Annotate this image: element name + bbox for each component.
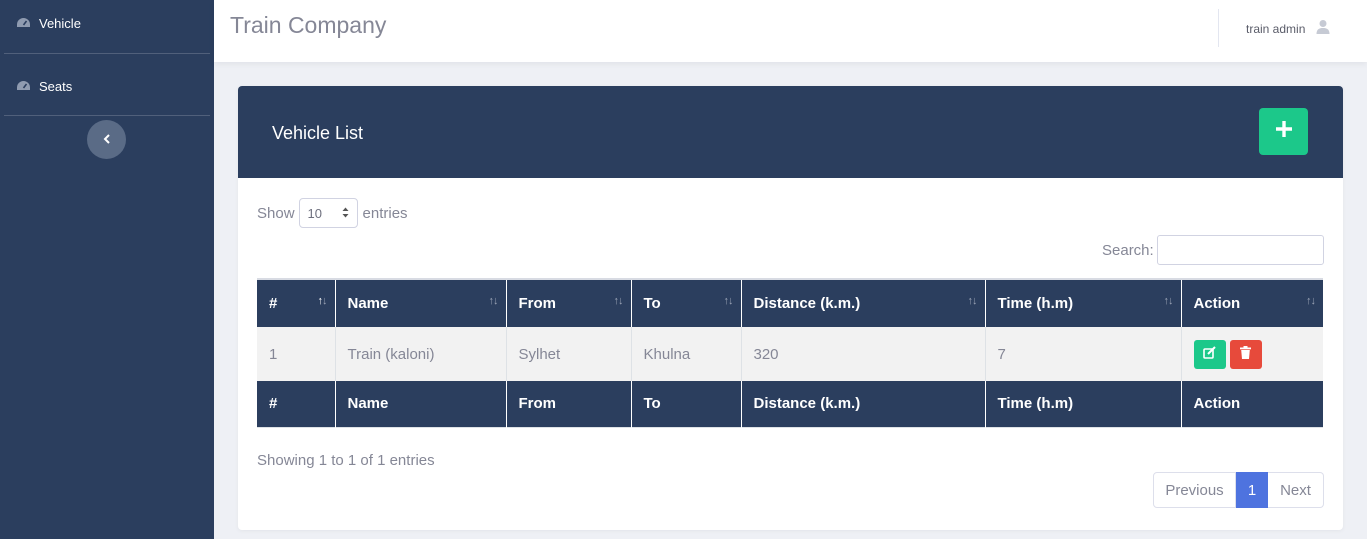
footer-label-to: To [630,381,741,427]
column-header-label: Name [347,295,389,312]
sort-icon: ↑↓ [723,295,734,307]
sidebar-divider [4,53,210,54]
add-vehicle-button[interactable] [1259,108,1308,155]
search-label: Search: [1102,242,1154,259]
column-header-label: Distance (k.m.) [753,295,861,312]
card-title: Vehicle List [272,123,364,143]
pagination: Previous 1 Next [1153,472,1324,508]
table-footer-row: # Name From To Distance (k.m.) Time (h.m… [257,381,1323,427]
footer-label-from: From [505,381,631,427]
column-header-number[interactable]: # ↑↓ [257,279,335,327]
cell-to: Khulna [630,327,741,381]
page-1-button[interactable]: 1 [1236,472,1268,508]
vehicle-list-card: Vehicle List Show 10 entries Search: # ↑↓… [238,86,1343,530]
entries-label: entries [362,204,408,222]
sidebar: Vehicle Seats [0,0,214,539]
cell-number: 1 [257,327,335,381]
footer-label-action: Action [1180,381,1323,427]
length-menu: Show 10 entries [257,198,408,228]
entries-select-value: 10 [307,205,322,221]
column-header-to[interactable]: To ↑↓ [630,279,741,327]
sort-arrows-icon [342,206,349,221]
column-header-label: Action [1193,295,1241,312]
show-label: Show [257,204,295,222]
sidebar-toggle-button[interactable] [87,120,126,159]
footer-label-number: # [257,381,335,427]
plus-icon [1275,120,1293,143]
footer-label-distance: Distance (k.m.) [740,381,985,427]
card-header: Vehicle List [238,86,1343,178]
footer-label-name: Name [334,381,506,427]
table-header-row: # ↑↓ Name ↑↓ From ↑↓ To ↑↓ Distance (k.m.) ↑↓… [257,279,1323,327]
column-header-label: # [269,295,278,312]
sort-icon: ↑↓ [488,295,499,307]
topbar: Train Company train admin [214,0,1367,62]
trash-icon [1240,345,1251,363]
column-header-name[interactable]: Name ↑↓ [334,279,506,327]
delete-button[interactable] [1229,339,1262,369]
column-header-action[interactable]: Action ↑↓ [1180,279,1323,327]
vehicle-table: # ↑↓ Name ↑↓ From ↑↓ To ↑↓ Distance (k.m.) ↑↓… [257,278,1323,428]
sort-icon: ↑↓ [1306,295,1316,307]
column-header-label: To [643,295,661,312]
table-row: 1 Train (kaloni) Sylhet Khulna 320 7 [257,327,1323,381]
sidebar-item-label: Vehicle [39,15,81,31]
dashboard-icon [16,79,31,94]
user-name[interactable]: train admin [1246,22,1305,36]
user-icon[interactable] [1316,19,1330,40]
cell-name: Train (kaloni) [334,327,506,381]
column-header-from[interactable]: From ↑↓ [505,279,631,327]
column-header-time[interactable]: Time (h.m) ↑↓ [984,279,1181,327]
table-info: Showing 1 to 1 of 1 entries [257,452,435,469]
cell-from: Sylhet [505,327,631,381]
topbar-divider [1218,9,1219,47]
sort-icon: ↑↓ [613,295,624,307]
sort-asc-icon: ↑↓ [317,295,328,307]
cell-action [1180,327,1323,381]
sidebar-item-seats[interactable]: Seats [4,62,210,110]
sidebar-item-label: Seats [39,78,73,94]
dashboard-icon [16,16,31,31]
edit-button[interactable] [1193,339,1226,369]
sidebar-item-vehicle[interactable]: Vehicle [4,0,210,46]
entries-select[interactable]: 10 [298,198,358,228]
cell-time: 7 [984,327,1181,381]
sort-icon: ↑↓ [1163,295,1174,307]
page-title: Train Company [230,12,387,38]
sidebar-divider [4,115,210,116]
edit-icon [1202,345,1217,363]
sort-icon: ↑↓ [967,295,978,307]
cell-distance: 320 [740,327,985,381]
column-header-label: Time (h.m) [997,295,1074,312]
column-header-label: From [518,295,557,312]
column-header-distance[interactable]: Distance (k.m.) ↑↓ [740,279,985,327]
next-page-button[interactable]: Next [1268,472,1324,508]
footer-label-time: Time (h.m) [984,381,1181,427]
previous-page-button[interactable]: Previous [1153,472,1236,508]
chevron-left-icon [103,131,111,149]
search-input[interactable] [1157,235,1324,265]
